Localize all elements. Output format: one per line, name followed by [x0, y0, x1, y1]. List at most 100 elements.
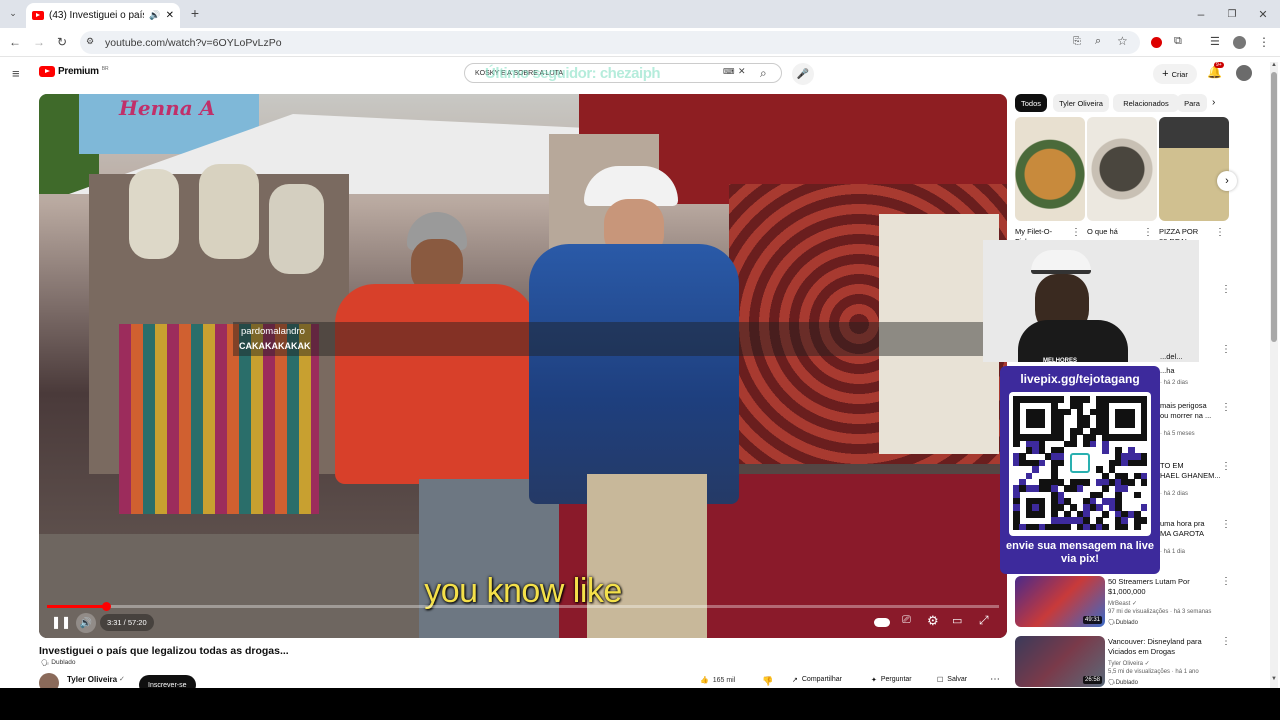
account-avatar[interactable]	[1236, 65, 1252, 81]
close-tab-icon[interactable]: ✕	[166, 10, 174, 21]
short-title[interactable]: O que há	[1087, 227, 1145, 237]
ask-button[interactable]: ✦ Perguntar	[871, 676, 912, 684]
sidebar-video-title[interactable]: 50 Streamers Lutam Por $1,000,000	[1108, 577, 1218, 597]
filter-chip-0[interactable]: Todos	[1015, 94, 1047, 112]
verified-icon: ✓	[119, 676, 125, 683]
miniplayer-icon[interactable]: ▭	[952, 614, 962, 627]
sidebar-video-title[interactable]: Vancouver: Disneyland para Viciados em D…	[1108, 637, 1218, 657]
thumbs-down-icon[interactable]: 👎	[762, 676, 773, 687]
reading-list-icon[interactable]: ☰	[1210, 35, 1220, 48]
blue-jacket	[529, 244, 739, 504]
share-button[interactable]: ↗ Compartilhar	[792, 676, 842, 684]
tab-list-icon[interactable]: ⌄	[6, 6, 20, 20]
page-scrollbar[interactable]: ▲ ▼	[1270, 62, 1278, 688]
sidebar-video-title[interactable]: ...ha	[1160, 366, 1175, 376]
extensions-icon[interactable]: ⧉	[1174, 35, 1182, 48]
video-menu-icon[interactable]: ⋮	[1221, 636, 1231, 647]
close-window-icon[interactable]: ✕	[1256, 7, 1270, 21]
browser-tab-strip: ⌄ (43) Investiguei o país que l 🔊 ✕ + – …	[0, 0, 1280, 28]
site-info-icon[interactable]: ⚙	[86, 36, 94, 47]
forward-icon[interactable]: →	[32, 35, 46, 49]
video-player[interactable]: Henna A pardomalandro CAKAKAKAKAK you kn…	[39, 94, 1007, 638]
more-actions-icon[interactable]: ⋯	[990, 674, 1000, 685]
chat-username: pardomalandro	[241, 326, 305, 337]
sidebar-channel-name[interactable]: MrBeast ✓	[1108, 600, 1137, 607]
keyboard-icon[interactable]: ⌨	[723, 67, 735, 76]
filter-chip-2[interactable]: Relacionados	[1113, 94, 1179, 112]
restore-icon[interactable]: ❐	[1225, 7, 1239, 21]
qr-module	[1102, 510, 1109, 518]
dubbed-label: Dublado	[51, 659, 76, 666]
sidebar-video-title[interactable]: ...del...	[1160, 352, 1183, 362]
khaki-pants	[587, 474, 707, 638]
webcam-label: MELHORES	[1043, 358, 1078, 364]
autoplay-toggle[interactable]	[874, 618, 890, 627]
red-jacket	[335, 284, 535, 484]
save-button[interactable]: ☐ Salvar	[937, 676, 967, 684]
zoom-icon[interactable]: ⌕	[1095, 35, 1101, 48]
opera-extension-icon[interactable]	[1151, 37, 1162, 48]
video-menu-icon[interactable]: ⋮	[1221, 576, 1231, 587]
sidebar-video-title[interactable]: mais perigosa	[1160, 401, 1207, 411]
hamburger-menu-icon[interactable]: ≡	[12, 66, 20, 81]
short-thumbnail-3[interactable]	[1159, 117, 1229, 221]
bookmark-star-icon[interactable]: ☆	[1117, 34, 1128, 48]
sidebar-video-meta: 5,5 mi de visualizações · há 1 ano	[1108, 669, 1199, 675]
youtube-logo[interactable]: Premium BR	[39, 66, 109, 77]
audio-playing-icon[interactable]: 🔊	[149, 10, 160, 21]
profile-avatar[interactable]	[1233, 36, 1246, 49]
scrubber-handle[interactable]	[102, 602, 112, 611]
subtitles-icon[interactable]: ⎚	[902, 614, 911, 627]
filter-chip-1[interactable]: Tyler Oliveira	[1053, 94, 1109, 112]
short-menu-icon[interactable]: ⋮	[1071, 227, 1081, 238]
progress-bar[interactable]	[47, 602, 999, 611]
qr-code	[1009, 392, 1151, 536]
new-tab-icon[interactable]: +	[188, 5, 202, 21]
filter-chip-3[interactable]: Para	[1177, 94, 1207, 112]
like-button[interactable]: 👍 165 mil	[700, 676, 735, 685]
video-thumbnail[interactable]: 26:58	[1015, 636, 1105, 687]
address-bar[interactable]: ⚙ youtube.com/watch?v=6OYLoPvLzPo	[80, 31, 1140, 54]
video-thumbnail[interactable]: 49:31	[1015, 576, 1105, 627]
video-menu-icon[interactable]: ⋮	[1221, 284, 1231, 295]
video-menu-icon[interactable]: ⋮	[1221, 402, 1231, 413]
duration-badge: 49:31	[1082, 616, 1102, 624]
shorts-next-icon[interactable]: ›	[1217, 171, 1237, 191]
browser-menu-icon[interactable]: ⋮	[1258, 35, 1270, 49]
reload-icon[interactable]: ↻	[55, 35, 69, 49]
video-menu-icon[interactable]: ⋮	[1221, 519, 1231, 530]
video-menu-icon[interactable]: ⋮	[1221, 461, 1231, 472]
back-icon[interactable]: ←	[8, 35, 22, 49]
sidebar-video-meta: 97 mi de visualizações · há 3 semanas	[1108, 609, 1212, 615]
sidebar-dubbed-badge: 🗣Dublado	[1108, 620, 1138, 626]
short-title[interactable]: PIZZA POR	[1159, 227, 1217, 237]
backpack	[199, 164, 259, 259]
browser-tab[interactable]: (43) Investiguei o país que l 🔊 ✕	[26, 3, 180, 28]
search-button-icon[interactable]: ⌕	[760, 66, 767, 81]
voice-search-icon[interactable]: 🎤	[792, 63, 814, 85]
sidebar-channel-name[interactable]: Tyler Oliveira ✓	[1108, 660, 1150, 667]
minimize-icon[interactable]: –	[1194, 7, 1208, 21]
install-app-icon[interactable]: ⎘	[1073, 36, 1081, 47]
scrollbar-thumb[interactable]	[1271, 72, 1277, 342]
chips-next-icon[interactable]: ›	[1212, 97, 1215, 108]
fullscreen-icon[interactable]: ⤢	[979, 613, 989, 628]
volume-icon[interactable]: 🔊	[76, 613, 96, 633]
settings-gear-icon[interactable]: ⚙	[927, 613, 939, 629]
short-thumbnail-1[interactable]	[1015, 117, 1085, 221]
pause-icon[interactable]: ❚❚	[51, 615, 71, 629]
sidebar-video-title[interactable]: uma hora pra	[1160, 519, 1205, 529]
scroll-up-icon[interactable]: ▲	[1271, 62, 1277, 68]
search-input[interactable]: KOSKY E A SOBRE A LUTA Último seguidor: …	[464, 63, 782, 83]
channel-name[interactable]: Tyler Oliveira	[67, 675, 117, 684]
short-menu-icon[interactable]: ⋮	[1143, 227, 1153, 238]
short-menu-icon[interactable]: ⋮	[1215, 227, 1225, 238]
sidebar-video-title[interactable]: TO EM	[1160, 461, 1184, 471]
clear-search-icon[interactable]: ✕	[738, 66, 746, 77]
short-thumbnail-2[interactable]	[1087, 117, 1157, 221]
qr-module	[1057, 459, 1065, 467]
video-menu-icon[interactable]: ⋮	[1221, 344, 1231, 355]
create-button[interactable]: + Criar	[1153, 64, 1197, 84]
short-title[interactable]: My Filet-O-	[1015, 227, 1073, 237]
scroll-down-icon[interactable]: ▼	[1271, 676, 1277, 682]
